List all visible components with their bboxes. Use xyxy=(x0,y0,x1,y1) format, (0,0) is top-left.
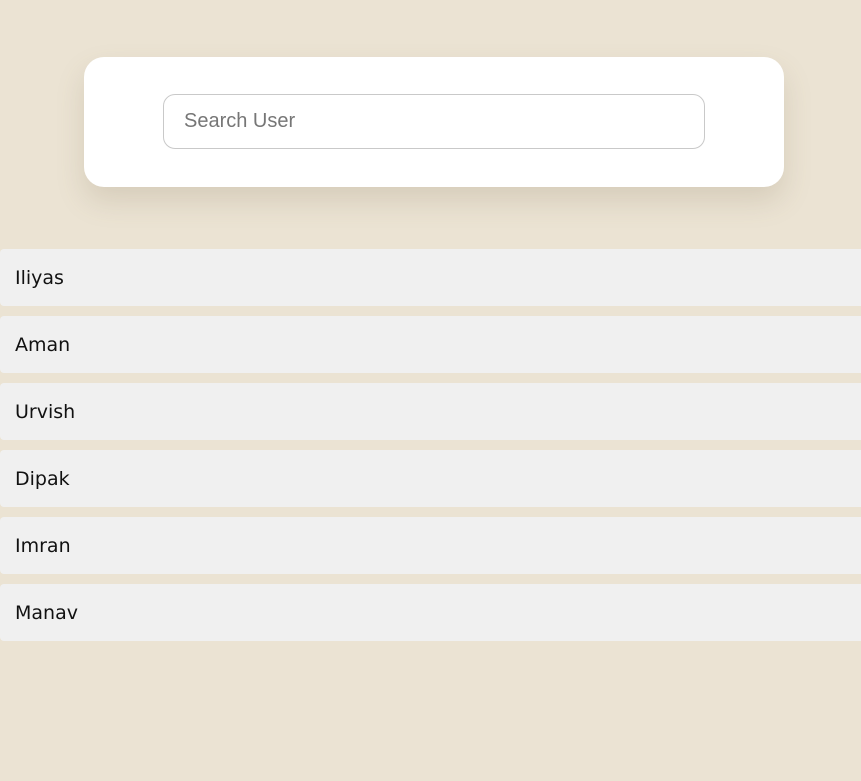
list-item[interactable]: Iliyas xyxy=(0,249,861,306)
list-item[interactable]: Urvish xyxy=(0,383,861,440)
list-item[interactable]: Dipak xyxy=(0,450,861,507)
list-item[interactable]: Imran xyxy=(0,517,861,574)
search-input[interactable] xyxy=(163,94,705,149)
search-card xyxy=(84,57,784,187)
user-list: Iliyas Aman Urvish Dipak Imran Manav xyxy=(0,249,861,651)
list-item[interactable]: Aman xyxy=(0,316,861,373)
list-item[interactable]: Manav xyxy=(0,584,861,641)
